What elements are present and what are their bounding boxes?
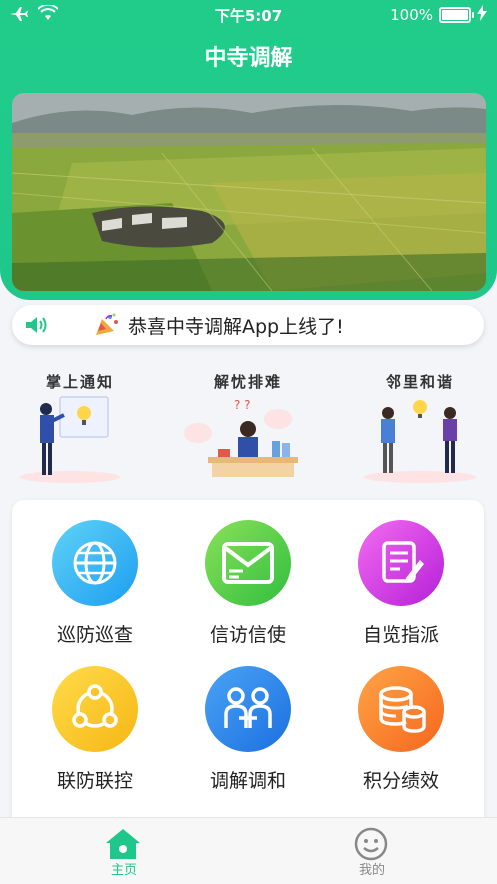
grid-item-joint-control[interactable]: 联防联控 — [20, 646, 170, 792]
grid-item-patrol[interactable]: 巡防巡查 — [20, 500, 170, 646]
battery-percent: 100% — [390, 6, 433, 24]
globe-icon — [52, 520, 138, 606]
tab-label: 我的 — [358, 863, 385, 878]
smiley-icon — [354, 827, 388, 861]
feature-consultation[interactable]: 解忧排难 ? ? — [178, 365, 318, 485]
tab-home[interactable]: 主页 — [0, 818, 248, 884]
grid-item-label: 信访信使 — [209, 624, 286, 646]
tab-profile[interactable]: 我的 — [248, 818, 496, 884]
grid-item-label: 积分绩效 — [362, 770, 439, 792]
grid-item-assign[interactable]: 自览指派 — [326, 500, 476, 646]
people-icon — [205, 666, 291, 752]
feature-label: 掌上通知 — [45, 373, 114, 391]
battery-icon — [439, 7, 474, 23]
feature-notification[interactable]: 掌上通知 — [10, 365, 150, 485]
mail-icon — [205, 520, 291, 606]
grid-item-label: 巡防巡查 — [56, 624, 133, 646]
feature-label: 解忧排难 — [213, 373, 282, 391]
grid-item-mediation[interactable]: 调解调和 — [173, 646, 323, 792]
feature-harmony[interactable]: 邻里和谐 — [350, 365, 490, 485]
grid-item-label: 联防联控 — [56, 770, 133, 792]
helpdesk-illustration-icon: ? ? — [184, 398, 298, 477]
grid-item-points[interactable]: 积分绩效 — [326, 646, 476, 792]
svg-text:? ?: ? ? — [234, 398, 251, 412]
announcement-text: 恭喜中寺调解App上线了! — [128, 315, 344, 338]
page-title: 中寺调解 — [204, 46, 293, 71]
speaker-icon — [26, 317, 47, 333]
party-popper-icon — [96, 313, 118, 335]
coins-icon — [358, 666, 444, 752]
grid-item-label: 自览指派 — [362, 624, 439, 646]
status-bar: 下午5:07 100% — [0, 0, 497, 28]
grid-item-label: 调解调和 — [209, 770, 286, 792]
function-grid: 巡防巡查 信访信使 自览指派 联防联控 调解调和 积分绩效 — [12, 500, 484, 830]
network-icon — [52, 666, 138, 752]
grid-item-petition[interactable]: 信访信使 — [173, 500, 323, 646]
tab-bar: 主页 我的 — [0, 817, 497, 884]
neighbors-illustration-icon — [364, 400, 476, 483]
charging-icon — [477, 5, 487, 25]
banner-image[interactable] — [12, 93, 486, 291]
home-icon — [106, 829, 140, 859]
announcement-bar[interactable]: 恭喜中寺调解App上线了! — [12, 305, 484, 345]
document-edit-icon — [358, 520, 444, 606]
tab-label: 主页 — [110, 863, 137, 878]
feature-label: 邻里和谐 — [385, 373, 454, 391]
feature-banners: 掌上通知 解忧排难 ? ? 邻里和谐 — [0, 365, 497, 485]
presenter-illustration-icon — [20, 396, 120, 483]
